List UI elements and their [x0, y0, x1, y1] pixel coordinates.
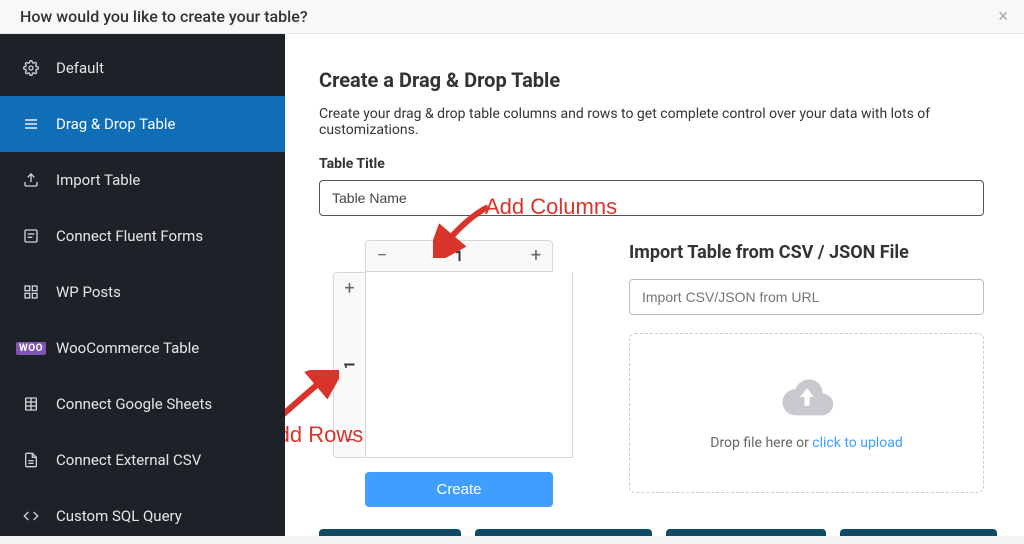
woo-icon: WOO	[22, 339, 40, 357]
increase-columns-button[interactable]: +	[520, 241, 552, 271]
template-pricing[interactable]: Pricing Tables	[319, 529, 461, 536]
sidebar-item-google-sheets[interactable]: Connect Google Sheets	[0, 376, 285, 432]
table-title-input[interactable]	[319, 180, 984, 216]
sidebar-item-external-csv[interactable]: Connect External CSV	[0, 432, 285, 488]
dropzone-text: Drop file here or click to upload	[710, 435, 902, 451]
modal-title: How would you like to create your table?	[20, 7, 308, 26]
import-url-input[interactable]	[629, 279, 984, 315]
sidebar-item-wp-posts[interactable]: WP Posts	[0, 264, 285, 320]
modal-header: How would you like to create your table?…	[0, 0, 1024, 34]
page-title: Create a Drag & Drop Table	[319, 68, 984, 92]
sidebar-item-label: Import Table	[56, 171, 140, 189]
sidebar-item-label: Drag & Drop Table	[56, 115, 175, 133]
code-icon	[22, 507, 40, 525]
decrease-rows-button[interactable]: −	[334, 425, 365, 457]
form-icon	[22, 227, 40, 245]
rows-value: 1	[340, 361, 358, 370]
template-employee[interactable]: Employee Tables	[666, 529, 827, 536]
page-description: Create your drag & drop table columns an…	[319, 106, 984, 138]
file-dropzone[interactable]: Drop file here or click to upload	[629, 333, 984, 493]
template-bar: Pricing Tables Comparison Tables Employe…	[319, 529, 984, 536]
drag-icon	[22, 115, 40, 133]
decrease-columns-button[interactable]: −	[366, 241, 398, 271]
rows-control: + 1 −	[333, 272, 365, 458]
sidebar-item-default[interactable]: Default	[0, 40, 285, 96]
template-comparison[interactable]: Comparison Tables	[475, 529, 652, 536]
sidebar-item-import[interactable]: Import Table	[0, 152, 285, 208]
dropzone-link[interactable]: click to upload	[812, 435, 902, 451]
increase-rows-button[interactable]: +	[334, 273, 365, 305]
sidebar-item-label: WooCommerce Table	[56, 339, 199, 357]
upload-icon	[22, 171, 40, 189]
csv-icon	[22, 451, 40, 469]
sidebar-item-label: WP Posts	[56, 283, 121, 301]
sidebar-item-label: Default	[56, 59, 104, 77]
close-icon[interactable]: ×	[998, 6, 1008, 27]
sidebar-item-label: Connect Google Sheets	[56, 395, 212, 413]
create-button[interactable]: Create	[365, 472, 553, 507]
sidebar-item-woocommerce[interactable]: WOO WooCommerce Table	[0, 320, 285, 376]
sheets-icon	[22, 395, 40, 413]
dropzone-prefix: Drop file here or	[710, 435, 812, 451]
sidebar: Default Drag & Drop Table Import Table C…	[0, 34, 285, 536]
sidebar-item-drag-drop[interactable]: Drag & Drop Table	[0, 96, 285, 152]
grid-size-picker: − 1 + + 1 −	[333, 240, 573, 460]
main-panel: Create a Drag & Drop Table Create your d…	[285, 34, 1024, 536]
sidebar-item-fluent-forms[interactable]: Connect Fluent Forms	[0, 208, 285, 264]
cloud-upload-icon	[779, 375, 835, 423]
sidebar-item-label: Custom SQL Query	[56, 507, 182, 525]
sidebar-item-label: Connect Fluent Forms	[56, 227, 203, 245]
table-title-label: Table Title	[319, 156, 984, 172]
gear-icon	[22, 59, 40, 77]
template-schedule[interactable]: Schedule Tables	[840, 529, 997, 536]
grid-preview	[365, 272, 573, 458]
posts-icon	[22, 283, 40, 301]
import-section-title: Import Table from CSV / JSON File	[629, 242, 984, 263]
sidebar-item-label: Connect External CSV	[56, 451, 201, 469]
columns-value: 1	[455, 247, 464, 265]
columns-control: − 1 +	[365, 240, 553, 272]
